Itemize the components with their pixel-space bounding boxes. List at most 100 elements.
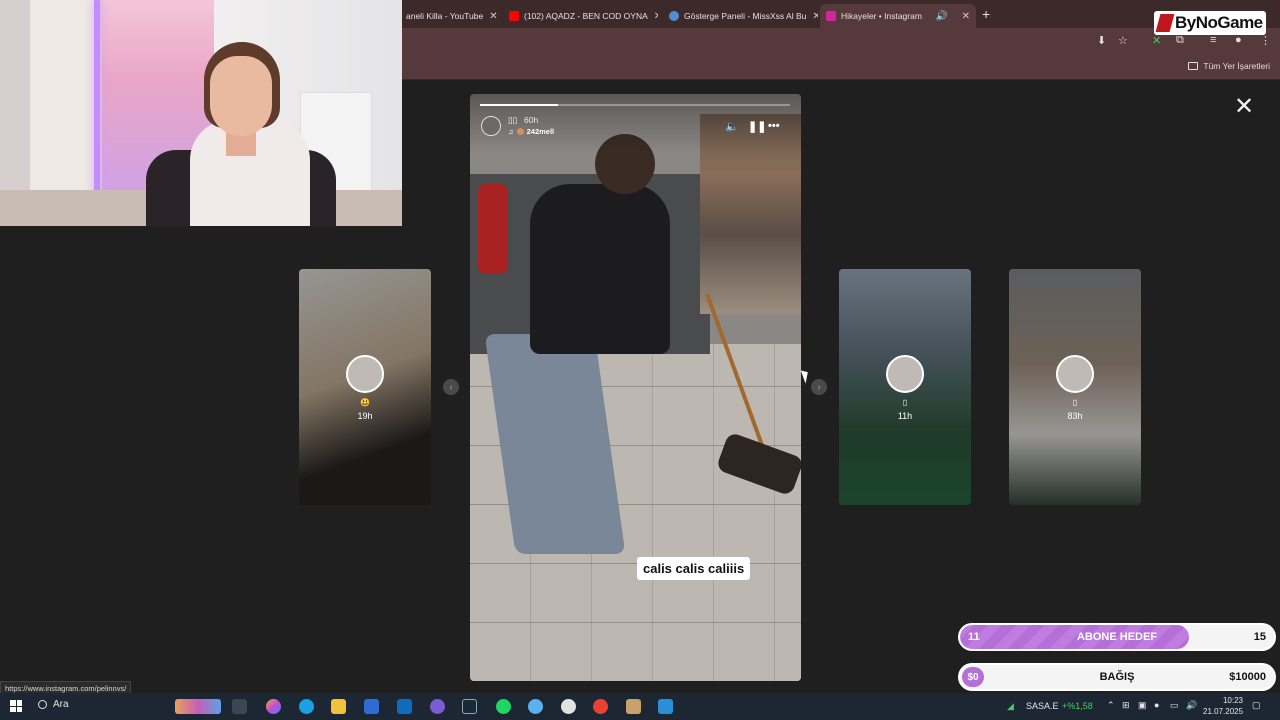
music-icon: ♫ <box>508 127 514 136</box>
close-icon[interactable]: ✕ <box>956 11 970 22</box>
close-icon[interactable]: ✕ <box>648 11 658 22</box>
network-icon[interactable]: ▭ <box>1170 700 1179 711</box>
paint-icon[interactable] <box>658 699 673 714</box>
story-avatar <box>1056 355 1094 393</box>
tab-instagram[interactable]: Hikayeler • Instagram 🔊 ✕ <box>820 4 976 28</box>
story-user-label: ▯ <box>1072 398 1078 407</box>
settings-gear-icon[interactable] <box>528 699 543 714</box>
subscriber-goal-target: 15 <box>1253 631 1266 643</box>
bookmark-star-icon[interactable]: ☆ <box>1118 34 1128 47</box>
story-preview-right-1[interactable]: ▯ 11h <box>839 269 971 505</box>
close-icon[interactable]: ✕ <box>806 11 818 22</box>
outlook-icon[interactable] <box>397 699 412 714</box>
extensions-icon[interactable]: ⧉ <box>1176 34 1184 47</box>
story-progress-bar <box>480 104 790 106</box>
task-view-icon[interactable] <box>232 699 247 714</box>
tab-title: Gösterge Paneli - MissXss Al Bu <box>684 11 807 21</box>
tab-youtube-1[interactable]: aneli Killa - YouTube ✕ <box>400 4 500 28</box>
tray-icon[interactable]: ⊞ <box>1122 700 1130 711</box>
subscriber-goal-label: ABONE HEDEF <box>1076 631 1158 643</box>
stock-name[interactable]: SASA.E <box>1026 701 1059 711</box>
story-time: 60h <box>524 115 539 125</box>
windows-taskbar: Ara ◢ SASA.E +%1,58 ⌃ ⊞ ▣ ● ▭ 🔊 10:23 21… <box>0 693 1280 720</box>
chevron-up-icon[interactable]: ⌃ <box>1107 700 1115 711</box>
volume-icon[interactable]: 🔊 <box>1186 700 1197 711</box>
notification-icon[interactable]: ▢ <box>1252 700 1261 711</box>
copilot-icon[interactable] <box>266 699 281 714</box>
story-avatar <box>886 355 924 393</box>
story-caption: calis calis caliiis <box>637 557 751 580</box>
donation-goal-target: $10000 <box>1229 671 1266 683</box>
logo-mark <box>1155 14 1175 32</box>
discord-icon[interactable] <box>430 699 445 714</box>
profile-icon[interactable]: ● <box>1235 34 1242 46</box>
story-username[interactable]: ▯▯ <box>508 115 517 126</box>
volume-icon[interactable]: 🔈 <box>725 120 739 133</box>
speaker-icon[interactable]: 🔊 <box>930 11 948 22</box>
logo-text: ByNoGame <box>1175 13 1263 32</box>
next-story-button[interactable]: › <box>811 379 827 395</box>
close-stories-button[interactable]: ✕ <box>1234 92 1254 121</box>
extension-x-icon[interactable]: ✕ <box>1152 34 1161 47</box>
story-progress-fill <box>480 104 558 106</box>
spotify-icon[interactable] <box>496 699 511 714</box>
story-avatar <box>346 355 384 393</box>
story-preview-left[interactable]: 😃 19h <box>299 269 431 505</box>
story-red-object <box>478 184 508 274</box>
search-highlight-icon[interactable] <box>175 699 221 714</box>
pause-icon[interactable]: ❚❚ <box>748 120 766 133</box>
stock-change[interactable]: +%1,58 <box>1062 701 1093 711</box>
more-options-icon[interactable]: ••• <box>768 120 780 132</box>
taskbar-clock[interactable]: 10:23 21.07.2025 <box>1203 695 1243 717</box>
story-preview-right-2[interactable]: ▯ 83h <box>1009 269 1141 505</box>
all-bookmarks-button[interactable]: Tüm Yer İşaretleri <box>1188 61 1270 71</box>
instagram-icon <box>826 11 836 21</box>
new-tab-button[interactable]: + <box>982 6 990 22</box>
story-user-label: ▯ <box>902 398 908 407</box>
story-user-avatar[interactable] <box>481 116 501 136</box>
story-music-label[interactable]: ♫ 242mell <box>508 127 554 136</box>
install-icon[interactable]: ⬇ <box>1097 34 1106 47</box>
windows-start-icon[interactable] <box>10 700 22 712</box>
story-time: 83h <box>1067 411 1083 421</box>
microphone-icon[interactable]: ● <box>1154 700 1159 710</box>
globe-icon <box>669 11 679 21</box>
main-story[interactable]: ▯▯ 60h ♫ 242mell 🔈 ❚❚ ••• calis calis ca… <box>470 94 801 681</box>
tab-title: (102) AQADZ - BEN COD OYNA <box>524 11 648 21</box>
all-bookmarks-label: Tüm Yer İşaretleri <box>1203 61 1270 71</box>
webcam-overlay <box>0 0 402 226</box>
tab-dashboard[interactable]: Gösterge Paneli - MissXss Al Bu ✕ <box>663 4 818 28</box>
obs-icon[interactable] <box>561 699 576 714</box>
search-icon <box>38 700 47 709</box>
tab-title: Hikayeler • Instagram <box>841 11 922 21</box>
donation-label: BAĞIŞ <box>1099 671 1135 683</box>
app-icon[interactable] <box>626 699 641 714</box>
taskbar-search[interactable]: Ara <box>38 699 69 710</box>
previous-story-button[interactable]: ‹ <box>443 379 459 395</box>
story-time: 11h <box>897 411 913 421</box>
story-person-jacket <box>530 184 670 354</box>
media-icon[interactable]: ≡ <box>1210 34 1216 46</box>
file-explorer-icon[interactable] <box>331 699 346 714</box>
story-time: 19h <box>357 411 373 421</box>
youtube-icon <box>509 11 519 21</box>
stock-chart-icon: ◢ <box>1007 701 1014 711</box>
steam-icon[interactable] <box>462 699 477 714</box>
clock-time: 10:23 <box>1222 696 1243 705</box>
taskbar-search-label: Ara <box>53 699 69 710</box>
clock-date: 21.07.2025 <box>1203 707 1244 716</box>
edge-icon[interactable] <box>299 699 314 714</box>
store-icon[interactable] <box>364 699 379 714</box>
subscriber-goal-widget: 11 ABONE HEDEF 15 <box>958 623 1276 651</box>
tab-title: aneli Killa - YouTube <box>406 11 484 21</box>
tab-youtube-2[interactable]: (102) AQADZ - BEN COD OYNA ✕ <box>503 4 658 28</box>
music-title: 242mell <box>526 127 555 136</box>
bynogame-logo: ByNoGame <box>1154 11 1266 35</box>
webcam-person-face <box>210 56 272 136</box>
chrome-icon[interactable] <box>593 699 608 714</box>
close-icon[interactable]: ✕ <box>483 11 497 22</box>
mouse-cursor <box>800 368 812 384</box>
menu-icon[interactable]: ⋮ <box>1260 34 1271 47</box>
tray-icon[interactable]: ▣ <box>1138 700 1147 711</box>
donation-goal-widget: $0 BAĞIŞ $10000 <box>958 663 1276 691</box>
